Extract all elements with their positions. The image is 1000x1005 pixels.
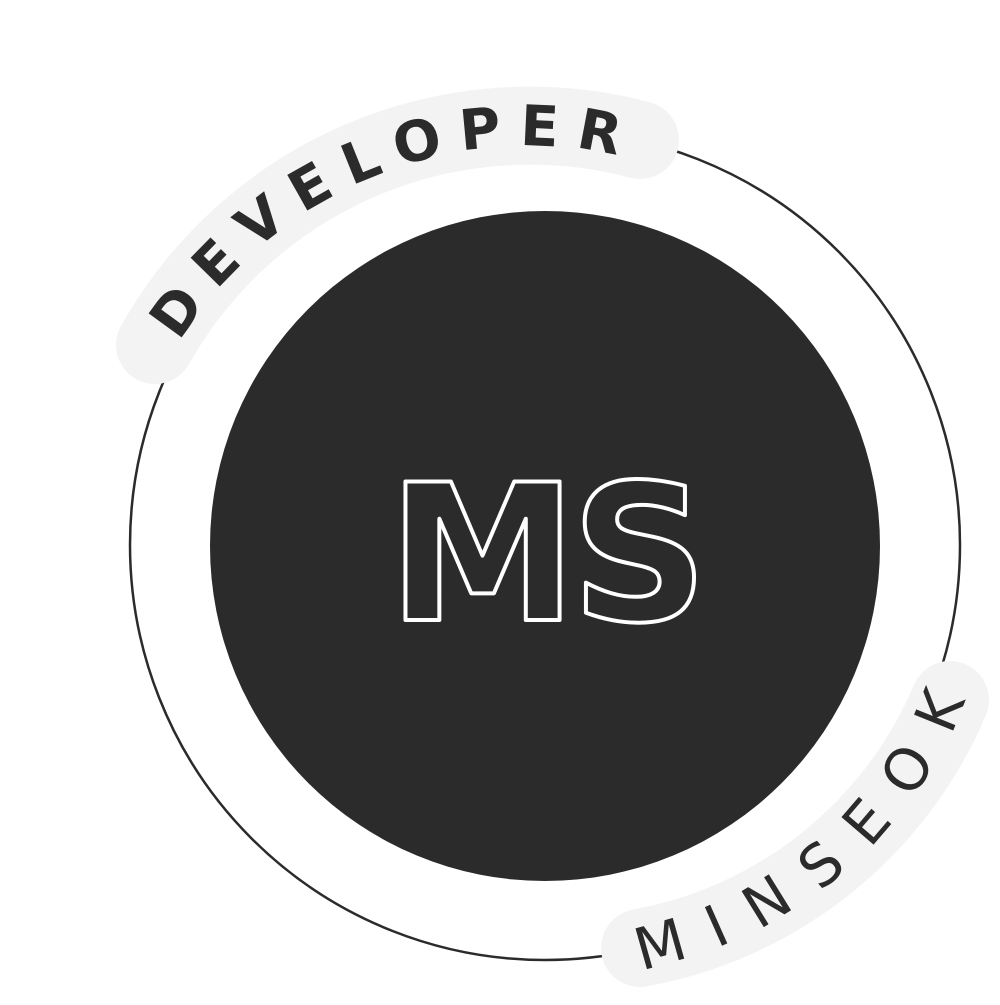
developer-logo: DEVELOPER MINSEOK MS [0,0,1000,1000]
monogram: MS [388,444,702,665]
logo-graphic: DEVELOPER MINSEOK MS [116,86,989,987]
